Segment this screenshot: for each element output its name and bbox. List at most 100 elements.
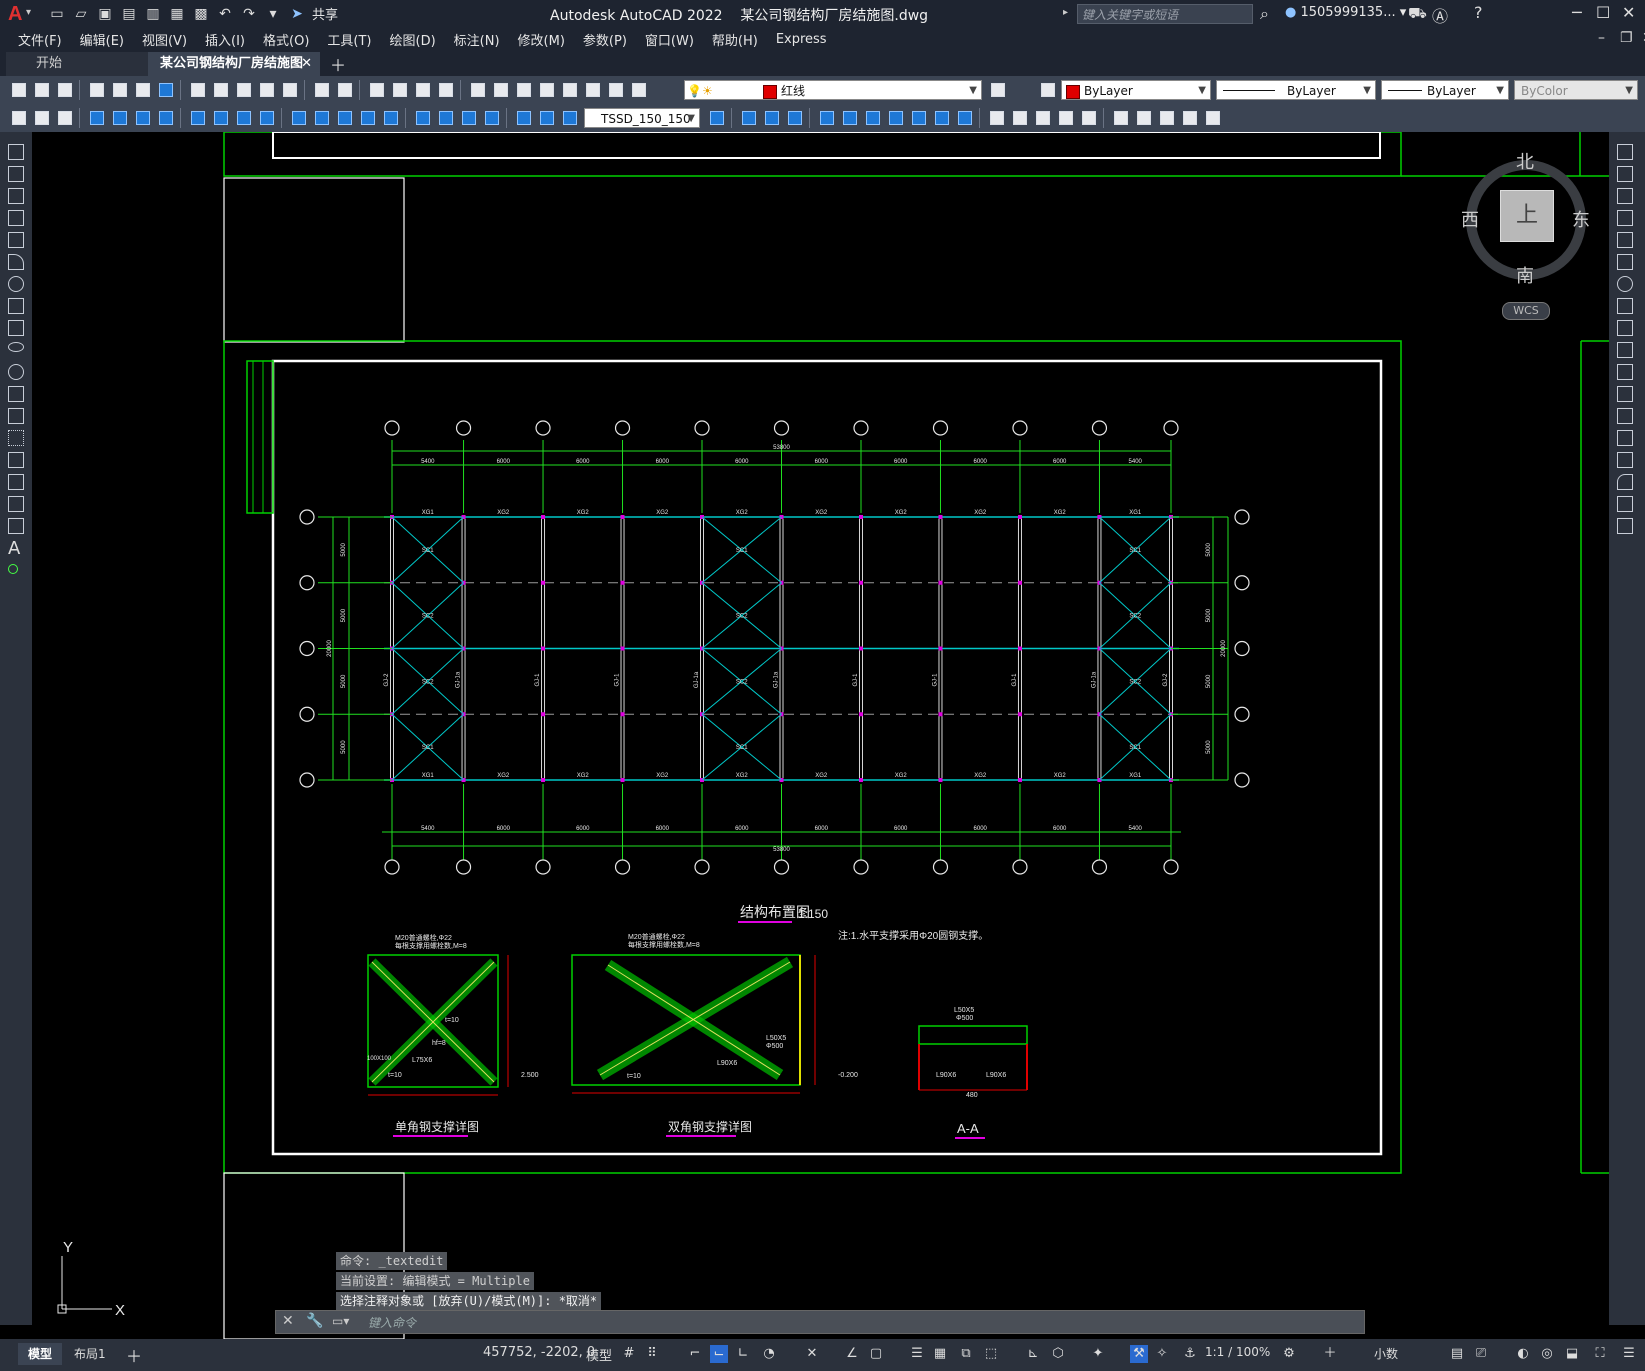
insert-block-icon[interactable] [8, 386, 24, 402]
tab-model[interactable]: 模型 [18, 1343, 63, 1365]
compass-west[interactable]: 西 [1461, 206, 1479, 232]
copy-object-icon[interactable] [739, 108, 759, 128]
preview-icon[interactable] [110, 80, 130, 100]
erase-icon[interactable] [1617, 144, 1633, 160]
chamfer-icon[interactable] [1033, 108, 1053, 128]
workspace-gear-icon[interactable]: ⚙ [1280, 1345, 1298, 1363]
sheet-set-icon[interactable] [537, 80, 557, 100]
publish-icon[interactable]: ▥ [144, 5, 162, 23]
extend-icon[interactable] [955, 108, 975, 128]
save-icon[interactable]: ▣ [96, 5, 114, 23]
autocad-logo-icon[interactable]: A [8, 3, 22, 26]
save-as-icon[interactable]: ▤ [120, 5, 138, 23]
autodesk-app-icon[interactable]: Ⓐ [1432, 3, 1448, 27]
menu-help[interactable]: 帮助(H) [712, 30, 758, 49]
layer-dropdown[interactable]: 💡☀ 红线 ▼ [684, 80, 982, 100]
zoom-realtime-icon[interactable] [390, 80, 410, 100]
menu-view[interactable]: 视图(V) [142, 30, 187, 49]
calculator-icon[interactable] [583, 80, 603, 100]
break-at-point-icon[interactable] [1617, 386, 1633, 402]
graphics-performance-icon[interactable]: ◎ [1538, 1345, 1556, 1363]
isolate-objects-icon[interactable]: ◐ [1514, 1345, 1532, 1363]
annotation-visibility-icon[interactable]: ⚒ [1130, 1345, 1148, 1363]
construction-line-icon[interactable] [8, 166, 24, 182]
gizmo-icon[interactable]: ✦ [1089, 1345, 1107, 1363]
markup-icon[interactable] [560, 80, 580, 100]
properties-icon[interactable] [468, 80, 488, 100]
table-icon[interactable] [8, 518, 24, 534]
share-icon[interactable]: ➤ [288, 5, 306, 23]
copy-icon[interactable] [211, 80, 231, 100]
rotate-icon[interactable] [863, 108, 883, 128]
undo-icon[interactable] [312, 80, 332, 100]
plot-icon[interactable] [87, 80, 107, 100]
menu-edit[interactable]: 编辑(E) [80, 30, 124, 49]
new-file-icon[interactable]: ▭ [48, 5, 66, 23]
coordinates-readout[interactable]: 457752, -2202, 0 [483, 1345, 595, 1360]
mirror-icon[interactable] [762, 108, 782, 128]
stretch-icon[interactable] [909, 108, 929, 128]
search-input[interactable]: 键入关键字或短语 [1077, 4, 1253, 24]
trim-icon[interactable] [932, 108, 952, 128]
auto-scale-icon[interactable]: ✧ [1153, 1345, 1171, 1363]
dim-diameter-icon[interactable] [234, 108, 254, 128]
blend-curves-icon[interactable] [1617, 496, 1633, 512]
compass-east[interactable]: 东 [1572, 206, 1590, 232]
quick-properties-icon[interactable]: ▤ [1448, 1345, 1466, 1363]
menu-window[interactable]: 窗口(W) [645, 30, 694, 49]
tolerance-icon[interactable] [413, 108, 433, 128]
object-snap-icon[interactable]: ▢ [867, 1345, 885, 1363]
dim-continue-icon[interactable] [335, 108, 355, 128]
transparency-icon[interactable]: ▦ [931, 1345, 949, 1363]
object-snap-tracking-icon[interactable]: ∠ [843, 1345, 861, 1363]
app-menu-chevron-icon[interactable]: ▾ [26, 7, 31, 18]
add-selected-icon[interactable] [8, 564, 18, 574]
array-icon[interactable] [1617, 232, 1633, 248]
ortho-icon[interactable]: ∟ [734, 1345, 752, 1363]
menu-file[interactable]: 文件(F) [18, 30, 62, 49]
break-icon[interactable] [1617, 408, 1633, 424]
group-icon[interactable] [1180, 108, 1200, 128]
explode-icon[interactable] [1617, 518, 1633, 534]
dimstyle-icon[interactable] [707, 108, 727, 128]
dim-linear-icon[interactable] [87, 108, 107, 128]
close-command-icon[interactable]: ✕ [282, 1313, 294, 1329]
customize-qat-icon[interactable]: ▾ [264, 5, 282, 23]
explode-icon[interactable] [1111, 108, 1131, 128]
close-icon[interactable]: ✕ [1622, 3, 1635, 22]
lineweight-icon[interactable]: ☰ [908, 1345, 926, 1363]
user-account[interactable]: ● 1505999135... ▾ [1285, 5, 1406, 20]
mirror-icon[interactable] [1617, 188, 1633, 204]
lineweight-dropdown[interactable]: ByLayer ▼ [1381, 80, 1509, 100]
command-input[interactable]: ✕ 🔧 ▭▾ 键入命令 [275, 1310, 1365, 1334]
tool-icon[interactable] [9, 108, 29, 128]
isodraft-icon[interactable]: ✕ [803, 1345, 821, 1363]
fillet-icon[interactable] [1617, 474, 1633, 490]
scale-icon[interactable] [886, 108, 906, 128]
selection-cycling-icon[interactable]: ⧉ [957, 1345, 975, 1363]
save-icon[interactable] [55, 80, 75, 100]
join-icon[interactable] [1617, 430, 1633, 446]
offset-icon[interactable] [1617, 210, 1633, 226]
region-icon[interactable] [8, 496, 24, 512]
polygon-icon[interactable] [8, 210, 24, 226]
dim-text-edit-icon[interactable] [537, 108, 557, 128]
paste-icon[interactable] [234, 80, 254, 100]
design-center-icon[interactable] [491, 80, 511, 100]
polyline-icon[interactable] [8, 188, 24, 204]
layer-properties-icon[interactable] [629, 80, 649, 100]
help-icon[interactable]: ? [1474, 3, 1483, 22]
zoom-previous-icon[interactable] [436, 80, 456, 100]
drawing-canvas[interactable]: 53800 53800 5400 5400 XG1 XG1 6000 6000 XG2 XG2 60… [32, 131, 1609, 1340]
new-tab-icon[interactable]: ＋ [330, 52, 346, 76]
open-file-icon[interactable]: ▱ [72, 5, 90, 23]
viewcube-top-face[interactable]: 上 [1500, 190, 1554, 242]
tab-layout1[interactable]: 布局1 [64, 1343, 116, 1365]
3d-osnap-icon[interactable]: ⬚ [982, 1345, 1000, 1363]
block-editor-icon[interactable] [280, 80, 300, 100]
plot-icon[interactable]: ▩ [192, 5, 210, 23]
annotation-scale-icon[interactable]: ⚓ [1181, 1345, 1199, 1363]
revcloud-icon[interactable] [8, 298, 24, 314]
lock-ui-icon[interactable]: ⎚ [1472, 1345, 1490, 1363]
mtext-icon[interactable]: A [8, 538, 20, 559]
